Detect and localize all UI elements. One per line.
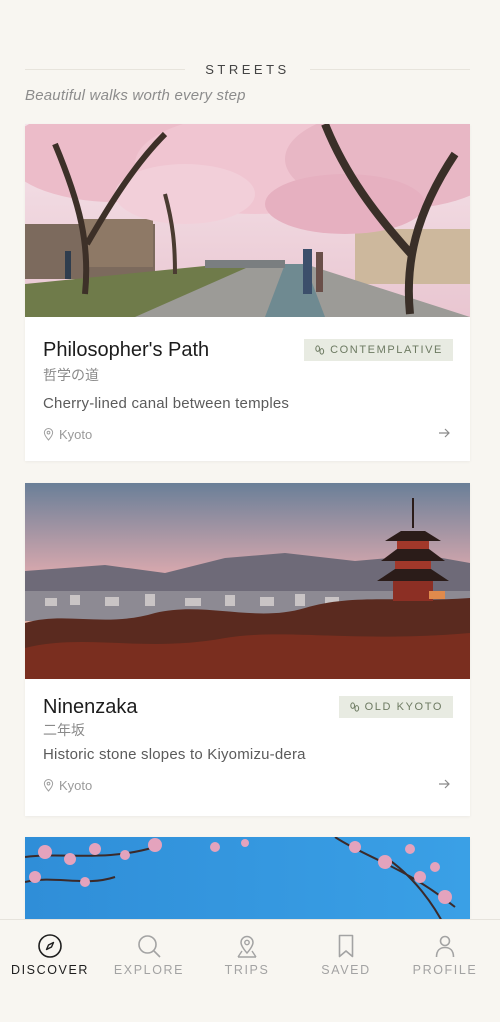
bottom-nav: DISCOVER EXPLORE TRIPS SAVED PROFILE xyxy=(0,919,500,1022)
nav-label: PROFILE xyxy=(412,963,478,977)
divider xyxy=(310,69,470,70)
card-image xyxy=(25,124,470,317)
nav-label: SAVED xyxy=(321,963,371,977)
map-pin-icon xyxy=(43,779,54,792)
vibe-tag: CONTEMPLATIVE xyxy=(304,339,453,361)
location-label: Kyoto xyxy=(59,427,93,442)
arrow-right-icon[interactable] xyxy=(438,428,450,438)
map-pin-icon xyxy=(43,428,54,441)
map-pin-icon xyxy=(237,935,257,958)
tag-label: CONTEMPLATIVE xyxy=(330,344,443,356)
section-header: STREETS xyxy=(25,60,470,80)
card-location: Kyoto xyxy=(43,778,92,793)
arrow-right-icon[interactable] xyxy=(438,779,450,789)
vibe-tag: OLD KYOTO xyxy=(338,696,453,718)
place-card-ninenzaka[interactable]: Ninenzaka 二年坂 OLD KYOTO Historic stone s… xyxy=(25,483,470,816)
card-image xyxy=(25,483,470,679)
card-title: Ninenzaka xyxy=(43,696,138,718)
nav-label: DISCOVER xyxy=(10,963,90,977)
bookmark-icon xyxy=(338,934,354,958)
card-description: Historic stone slopes to Kiyomizu-dera xyxy=(43,746,306,763)
location-label: Kyoto xyxy=(59,778,93,793)
card-location: Kyoto xyxy=(43,427,92,442)
card-subtitle: 二年坂 xyxy=(43,722,85,738)
place-card-philosophers-path[interactable]: Philosopher's Path 哲学の道 CONTEMPLATIVE Ch… xyxy=(25,124,470,461)
footprints-icon xyxy=(315,344,325,355)
card-title: Philosopher's Path xyxy=(43,339,210,361)
card-subtitle: 哲学の道 xyxy=(43,367,99,383)
footprints-icon xyxy=(349,701,359,712)
tag-label: OLD KYOTO xyxy=(364,701,443,713)
nav-label: EXPLORE xyxy=(113,963,185,977)
search-icon xyxy=(138,935,161,958)
user-icon xyxy=(435,935,455,958)
compass-icon xyxy=(38,934,62,958)
nav-label: TRIPS xyxy=(224,963,270,977)
section-subtitle: Beautiful walks worth every step xyxy=(25,87,246,104)
card-description: Cherry-lined canal between temples xyxy=(43,395,290,412)
